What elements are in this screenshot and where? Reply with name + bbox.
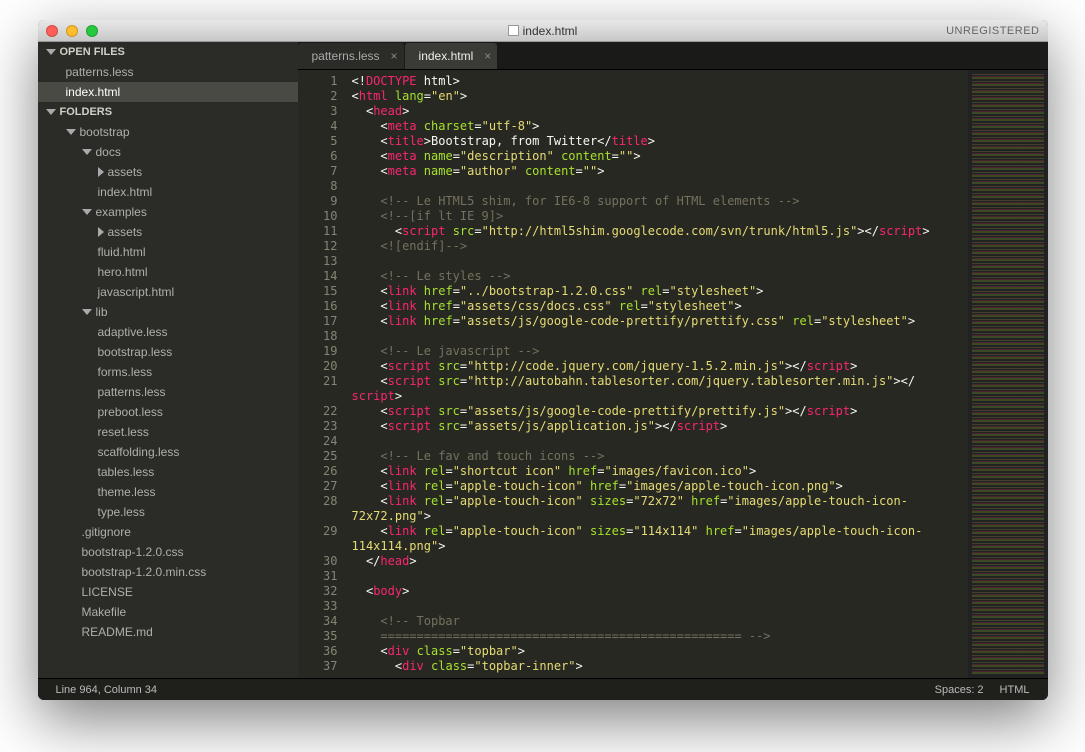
folder-item[interactable]: examples <box>38 202 298 222</box>
tree-item-label: bootstrap <box>80 125 130 139</box>
file-item[interactable]: index.html <box>38 182 298 202</box>
chevron-down-icon <box>82 309 92 315</box>
folder-item[interactable]: docs <box>38 142 298 162</box>
chevron-down-icon <box>46 49 56 55</box>
open-file-item[interactable]: index.html <box>38 82 298 102</box>
window-zoom-button[interactable] <box>86 25 98 37</box>
traffic-lights <box>38 25 98 37</box>
editor-wrap: 1 2 3 4 5 6 7 8 9 10 11 12 13 14 15 16 1… <box>298 70 1048 678</box>
file-item[interactable]: tables.less <box>38 462 298 482</box>
tab[interactable]: index.html × <box>405 43 498 69</box>
syntax-mode[interactable]: HTML <box>992 684 1038 696</box>
file-item[interactable]: scaffolding.less <box>38 442 298 462</box>
file-item[interactable]: LICENSE <box>38 582 298 602</box>
code-editor[interactable]: <!DOCTYPE html> <html lang="en"> <head> … <box>346 70 968 678</box>
chevron-down-icon <box>82 149 92 155</box>
file-item[interactable]: theme.less <box>38 482 298 502</box>
chevron-down-icon <box>66 129 76 135</box>
tree-item-label: preboot.less <box>98 405 163 419</box>
file-item[interactable]: bootstrap-1.2.0.css <box>38 542 298 562</box>
registration-status: UNREGISTERED <box>946 25 1039 37</box>
open-file-item[interactable]: patterns.less <box>38 62 298 82</box>
close-icon[interactable]: × <box>391 49 398 63</box>
chevron-down-icon <box>46 109 56 115</box>
tree-item-label: Makefile <box>82 605 127 619</box>
file-item[interactable]: bootstrap-1.2.0.min.css <box>38 562 298 582</box>
tree-item-label: bootstrap.less <box>98 345 173 359</box>
chevron-down-icon <box>82 209 92 215</box>
file-item[interactable]: hero.html <box>38 262 298 282</box>
window-minimize-button[interactable] <box>66 25 78 37</box>
open-files-label: OPEN FILES <box>60 46 125 58</box>
chevron-right-icon <box>98 167 104 177</box>
file-item[interactable]: Makefile <box>38 602 298 622</box>
tree-item-label: type.less <box>98 505 145 519</box>
tree-item-label: index.html <box>98 185 153 199</box>
cursor-position[interactable]: Line 964, Column 34 <box>48 684 166 696</box>
editor-body: OPEN FILES patterns.lessindex.html FOLDE… <box>38 42 1048 678</box>
status-bar[interactable]: Line 964, Column 34 Spaces: 2 HTML <box>38 678 1048 700</box>
minimap-content <box>972 74 1044 674</box>
file-item[interactable]: README.md <box>38 622 298 642</box>
tree-item-label: lib <box>96 305 108 319</box>
folders-label: FOLDERS <box>60 106 113 118</box>
tab-bar[interactable]: patterns.less × index.html × <box>298 42 1048 70</box>
file-item[interactable]: fluid.html <box>38 242 298 262</box>
main-area: patterns.less × index.html × 1 2 3 4 5 6 7 … <box>298 42 1048 678</box>
folder-item[interactable]: assets <box>38 222 298 242</box>
close-icon[interactable]: × <box>484 49 491 63</box>
tree-item-label: docs <box>96 145 121 159</box>
tree-item-label: bootstrap-1.2.0.css <box>82 545 184 559</box>
window-title: index.html <box>38 24 1048 38</box>
file-item[interactable]: preboot.less <box>38 402 298 422</box>
tree-item-label: LICENSE <box>82 585 133 599</box>
folder-item[interactable]: bootstrap <box>38 122 298 142</box>
file-item[interactable]: .gitignore <box>38 522 298 542</box>
window-close-button[interactable] <box>46 25 58 37</box>
line-gutter[interactable]: 1 2 3 4 5 6 7 8 9 10 11 12 13 14 15 16 1… <box>298 70 346 678</box>
tab[interactable]: patterns.less × <box>298 43 404 69</box>
tab-label: patterns.less <box>312 49 380 63</box>
minimap[interactable] <box>968 70 1048 678</box>
file-item[interactable]: forms.less <box>38 362 298 382</box>
open-files-header[interactable]: OPEN FILES <box>38 42 298 62</box>
tree-item-label: tables.less <box>98 465 155 479</box>
file-item[interactable]: adaptive.less <box>38 322 298 342</box>
folder-item[interactable]: lib <box>38 302 298 322</box>
editor-window: index.html UNREGISTERED OPEN FILES patte… <box>38 20 1048 700</box>
file-item[interactable]: patterns.less <box>38 382 298 402</box>
folder-item[interactable]: assets <box>38 162 298 182</box>
tree-item-label: README.md <box>82 625 153 639</box>
tree-item-label: fluid.html <box>98 245 146 259</box>
tree-item-label: javascript.html <box>98 285 175 299</box>
tree-item-label: assets <box>108 165 143 179</box>
tree-item-label: examples <box>96 205 147 219</box>
indentation-setting[interactable]: Spaces: 2 <box>927 684 992 696</box>
sidebar[interactable]: OPEN FILES patterns.lessindex.html FOLDE… <box>38 42 298 678</box>
tree-item-label: .gitignore <box>82 525 131 539</box>
file-item[interactable]: type.less <box>38 502 298 522</box>
tree-item-label: adaptive.less <box>98 325 168 339</box>
tree-item-label: bootstrap-1.2.0.min.css <box>82 565 207 579</box>
tab-label: index.html <box>419 49 474 63</box>
tree-item-label: scaffolding.less <box>98 445 180 459</box>
tree-item-label: reset.less <box>98 425 149 439</box>
tree-item-label: patterns.less <box>98 385 166 399</box>
window-title-text: index.html <box>523 24 578 38</box>
file-icon <box>508 25 519 36</box>
folder-tree: bootstrap docs assets index.html examples ass… <box>38 122 298 642</box>
tree-item-label: forms.less <box>98 365 153 379</box>
chevron-right-icon <box>98 227 104 237</box>
tree-item-label: assets <box>108 225 143 239</box>
file-item[interactable]: reset.less <box>38 422 298 442</box>
open-files-list: patterns.lessindex.html <box>38 62 298 102</box>
titlebar[interactable]: index.html UNREGISTERED <box>38 20 1048 42</box>
file-item[interactable]: javascript.html <box>38 282 298 302</box>
folders-header[interactable]: FOLDERS <box>38 102 298 122</box>
file-item[interactable]: bootstrap.less <box>38 342 298 362</box>
tree-item-label: theme.less <box>98 485 156 499</box>
tree-item-label: hero.html <box>98 265 148 279</box>
